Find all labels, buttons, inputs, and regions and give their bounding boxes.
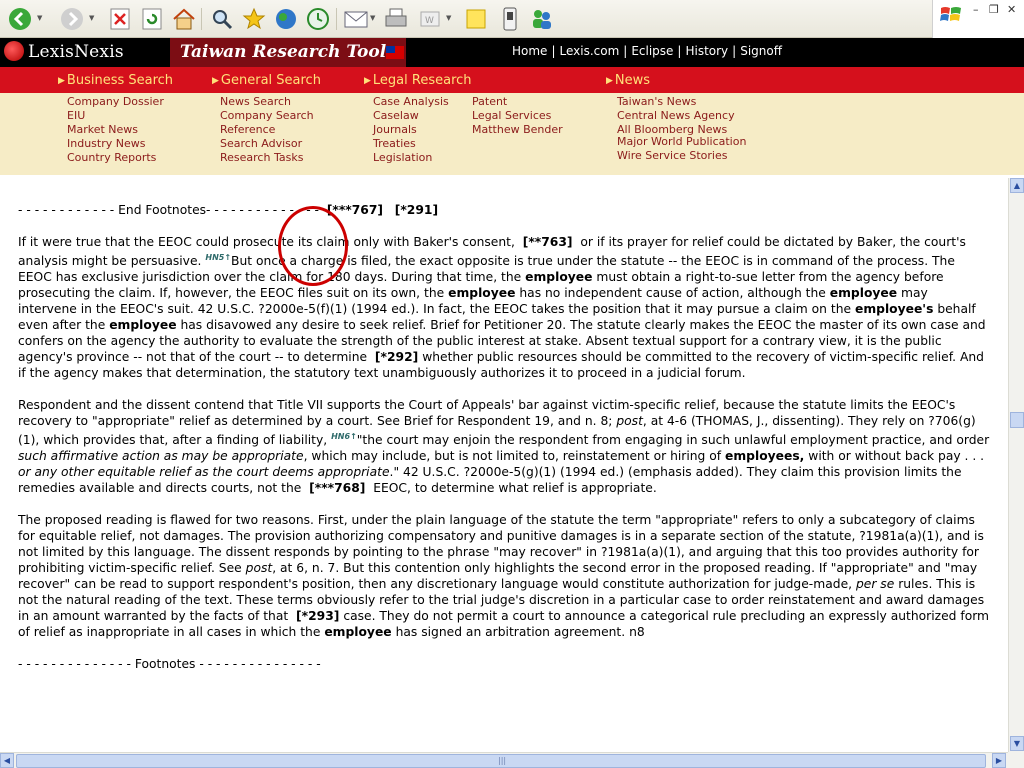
link-journals[interactable]: Journals [373, 123, 417, 136]
link-case-analysis[interactable]: Case Analysis [373, 95, 449, 108]
link-caselaw[interactable]: Caselaw [373, 109, 419, 122]
link-matthew-bender[interactable]: Matthew Bender [472, 123, 563, 136]
link-market-news[interactable]: Market News [67, 123, 138, 136]
windows-logo-icon [940, 7, 961, 21]
edit-dropdown-icon[interactable]: ▼ [446, 14, 451, 22]
nav-eclipse-link[interactable]: Eclipse [631, 44, 673, 58]
page-marker: [***767] [326, 203, 384, 217]
svg-text:W: W [425, 16, 434, 26]
scroll-up-icon[interactable]: ▲ [1010, 178, 1024, 193]
category-business-search[interactable]: ▶ Business Search [58, 73, 173, 88]
lexis-header: LexisNexis Taiwan Research Tools Home | L… [0, 38, 1024, 67]
vertical-scroll-thumb[interactable] [1010, 412, 1024, 428]
favorites-icon[interactable] [240, 5, 268, 33]
horizontal-scrollbar[interactable]: ◀ ||| ▶ [0, 752, 1008, 768]
nav-lexis-link[interactable]: Lexis.com [559, 44, 619, 58]
category-news[interactable]: ▶ News [606, 73, 650, 88]
arrow-right-icon: ▶ [606, 76, 613, 86]
submenu-panel: Company Dossier EIU Market News Industry… [0, 93, 1024, 175]
scroll-right-icon[interactable]: ▶ [992, 753, 1006, 768]
link-research-tasks[interactable]: Research Tasks [220, 151, 303, 164]
page-marker: [*291] [394, 203, 439, 217]
forward-icon[interactable] [58, 5, 86, 33]
restore-icon[interactable]: ❐ [989, 3, 999, 16]
lexisnexis-logo[interactable]: LexisNexis [4, 41, 124, 62]
category-legal-research[interactable]: ▶ Legal Research [364, 73, 472, 88]
link-company-search[interactable]: Company Search [220, 109, 314, 122]
link-legislation[interactable]: Legislation [373, 151, 432, 164]
document-pane: - - - - - - - - - - - - End Footnotes- -… [0, 178, 1008, 752]
link-search-advisor[interactable]: Search Advisor [220, 137, 302, 150]
home-icon[interactable] [170, 5, 198, 33]
page-marker: [*293] [296, 609, 340, 623]
refresh-icon[interactable] [138, 5, 166, 33]
back-icon[interactable] [6, 5, 34, 33]
messenger-icon[interactable] [496, 5, 524, 33]
link-eiu[interactable]: EIU [67, 109, 85, 122]
forward-dropdown-icon[interactable]: ▼ [89, 14, 94, 22]
link-patent[interactable]: Patent [472, 95, 507, 108]
nav-signoff-link[interactable]: Signoff [740, 44, 782, 58]
paragraph-3: The proposed reading is flawed for two r… [18, 513, 990, 639]
paragraph-2: Respondent and the dissent contend that … [18, 398, 990, 495]
media-icon[interactable] [272, 5, 300, 33]
headnote-hn6-link[interactable]: HN6↑ [331, 432, 357, 441]
end-footnotes-divider: - - - - - - - - - - - - End Footnotes- -… [18, 203, 439, 217]
paragraph-1: If it were true that the EEOC could pros… [18, 235, 986, 380]
link-major-world-publication[interactable]: Major World Publication [617, 135, 746, 148]
link-legal-services[interactable]: Legal Services [472, 109, 551, 122]
arrow-right-icon: ▶ [212, 76, 219, 86]
contacts-icon[interactable] [528, 5, 556, 33]
headnote-hn5-link[interactable]: HN5↑ [205, 253, 231, 262]
link-country-reports[interactable]: Country Reports [67, 151, 156, 164]
link-wire-service-stories[interactable]: Wire Service Stories [617, 149, 728, 162]
arrow-right-icon: ▶ [364, 76, 371, 86]
page-marker: [**763] [522, 235, 573, 249]
scroll-left-icon[interactable]: ◀ [0, 753, 14, 768]
link-company-dossier[interactable]: Company Dossier [67, 95, 164, 108]
document-text: - - - - - - - - - - - - End Footnotes- -… [18, 202, 990, 688]
link-taiwans-news[interactable]: Taiwan's News [617, 95, 696, 108]
taiwan-flag-icon [386, 46, 404, 59]
page-title: Taiwan Research Tools [170, 38, 406, 67]
minimize-icon[interactable]: – [973, 3, 979, 16]
mail-icon[interactable] [342, 5, 370, 33]
back-dropdown-icon[interactable]: ▼ [37, 14, 42, 22]
nav-home-link[interactable]: Home [512, 44, 547, 58]
scroll-grip-icon: ||| [498, 756, 507, 765]
history-icon[interactable] [304, 5, 332, 33]
category-bar: ▶ Business Search ▶ General Search ▶ Legal … [0, 67, 1024, 93]
arrow-right-icon: ▶ [58, 76, 65, 86]
link-reference[interactable]: Reference [220, 123, 275, 136]
close-icon[interactable]: ✕ [1007, 3, 1016, 16]
headnote-arrow-icon: ↑ [350, 432, 357, 441]
lexisnexis-logo-icon [4, 41, 24, 61]
stop-icon[interactable] [106, 5, 134, 33]
scroll-down-icon[interactable]: ▼ [1010, 736, 1024, 751]
category-general-search[interactable]: ▶ General Search [212, 73, 321, 88]
vertical-scrollbar[interactable]: ▲ ▼ [1008, 178, 1024, 752]
footnotes-divider: - - - - - - - - - - - - - - Footnotes - … [18, 657, 321, 671]
mail-dropdown-icon[interactable]: ▼ [370, 14, 375, 22]
link-news-search[interactable]: News Search [220, 95, 291, 108]
link-industry-news[interactable]: Industry News [67, 137, 145, 150]
browser-toolbar: ▼ ▼ ▼ W ▼ – ❐ ✕ [0, 0, 1024, 38]
link-central-news-agency[interactable]: Central News Agency [617, 109, 735, 122]
edit-icon[interactable]: W [416, 5, 444, 33]
link-treaties[interactable]: Treaties [373, 137, 416, 150]
window-controls: – ❐ ✕ [932, 0, 1024, 38]
page-marker: [***768] [309, 481, 366, 495]
nav-history-link[interactable]: History [685, 44, 728, 58]
top-navigation: Home | Lexis.com | Eclipse | History | Signo… [512, 44, 783, 58]
discuss-icon[interactable] [462, 5, 490, 33]
page-marker: [*292] [374, 350, 419, 364]
search-icon[interactable] [208, 5, 236, 33]
print-icon[interactable] [382, 5, 410, 33]
